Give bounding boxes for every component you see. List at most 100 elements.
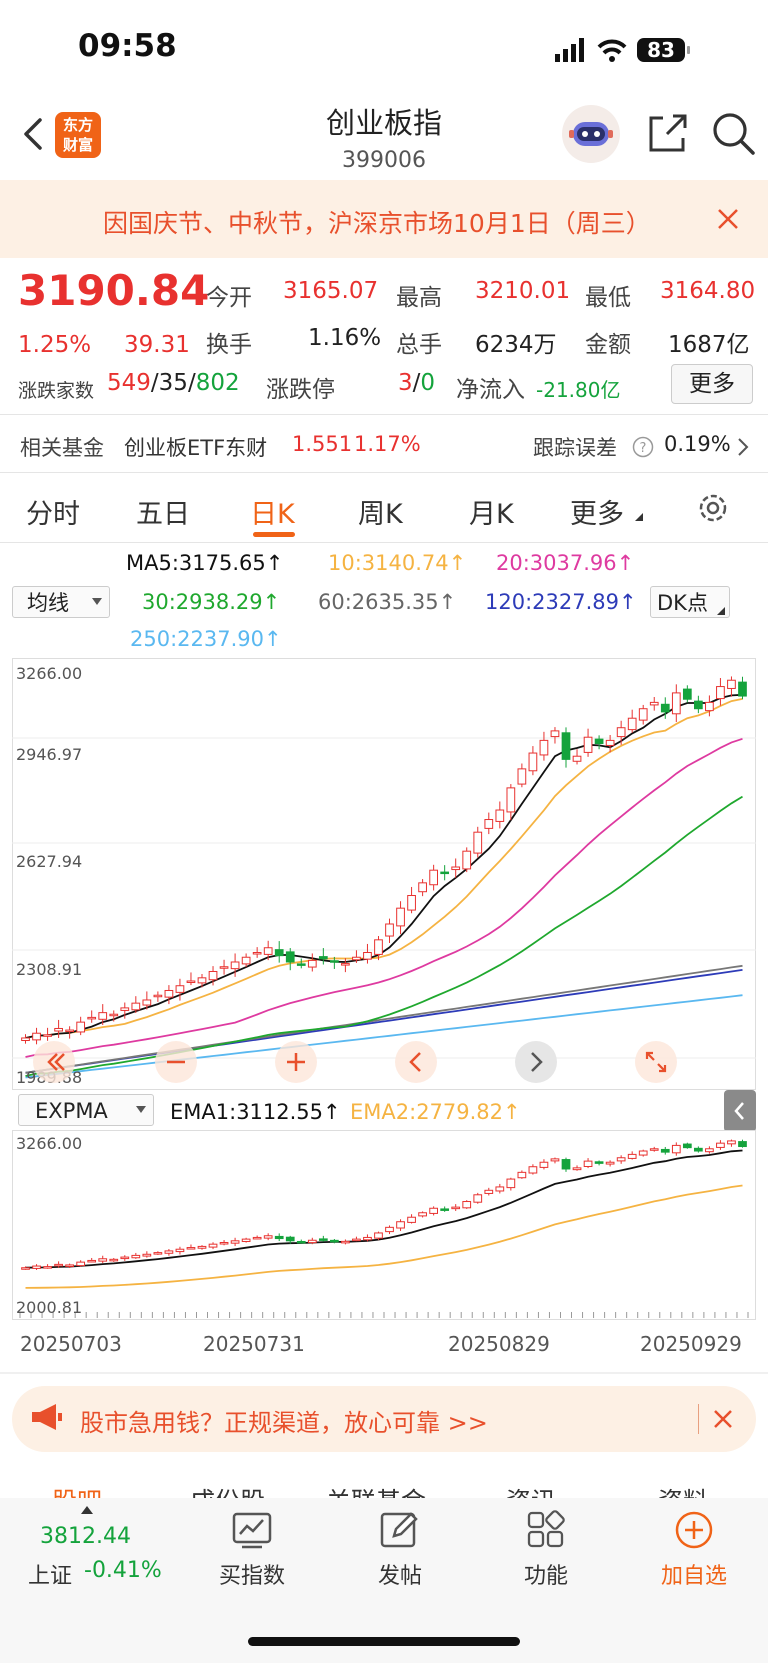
edit-post-icon xyxy=(380,1512,418,1548)
candle-body xyxy=(539,1161,549,1168)
candle-body xyxy=(175,1248,185,1253)
fund-name[interactable]: 创业板ETF东财 xyxy=(124,432,267,462)
candle-body xyxy=(296,1240,306,1244)
candle-body xyxy=(274,1235,284,1240)
tab-more[interactable]: 更多 xyxy=(570,492,624,531)
candle-body xyxy=(252,951,262,955)
scroll-right-icon[interactable] xyxy=(514,1040,558,1084)
low-value: 3164.80 xyxy=(660,278,756,304)
candle-body xyxy=(318,1238,328,1241)
candle-body xyxy=(616,727,626,738)
tab-daily-k[interactable]: 日K xyxy=(250,492,295,531)
candle-body xyxy=(705,701,714,712)
candle-body xyxy=(627,717,637,731)
candle-body xyxy=(109,1258,119,1262)
share-icon[interactable] xyxy=(645,112,689,156)
candle-body xyxy=(583,736,593,753)
collapse-panel-icon[interactable] xyxy=(724,1090,756,1132)
candle-body xyxy=(638,1150,648,1156)
amount-value: 1687亿 xyxy=(668,332,750,358)
candle-body xyxy=(109,1013,119,1017)
nav-function[interactable]: 功能 xyxy=(506,1558,586,1590)
ai-assistant-icon[interactable] xyxy=(561,104,621,164)
ma20-legend: 20:3037.96↑ xyxy=(496,551,635,575)
candle-body xyxy=(627,1153,637,1159)
y-axis-label: 3266.00 xyxy=(16,664,83,683)
candle-body xyxy=(352,956,361,961)
close-icon[interactable] xyxy=(715,206,741,232)
divider xyxy=(0,542,768,543)
candle-body xyxy=(572,1167,582,1171)
index-value[interactable]: 3812.44 xyxy=(40,1524,131,1549)
triangle-down-icon xyxy=(717,607,725,615)
function-grid-icon xyxy=(527,1510,565,1548)
candle-body xyxy=(407,895,416,911)
candle-body xyxy=(142,999,152,1006)
volume-label: 总手 xyxy=(396,332,442,358)
signal-icon xyxy=(555,38,584,62)
volume-value: 6234万 xyxy=(475,332,557,358)
candle-body xyxy=(385,923,394,937)
nav-post[interactable]: 发帖 xyxy=(360,1558,440,1590)
candle-body xyxy=(43,1266,52,1269)
change-percent: 1.25% xyxy=(18,332,92,358)
candle-body xyxy=(528,752,538,772)
scroll-left-icon[interactable] xyxy=(394,1040,438,1084)
nav-buy-index[interactable]: 买指数 xyxy=(212,1558,292,1590)
more-button[interactable]: 更多 xyxy=(671,364,753,404)
candle-body xyxy=(594,1161,604,1164)
candle-body xyxy=(230,961,240,970)
expma-chart[interactable] xyxy=(12,1130,756,1320)
candle-body xyxy=(341,963,350,966)
close-icon[interactable] xyxy=(712,1408,734,1430)
candle-body xyxy=(649,1148,659,1151)
candle-body xyxy=(550,1158,560,1162)
zoom-out-icon[interactable] xyxy=(154,1040,198,1084)
candle-body xyxy=(506,787,516,813)
tab-five-day[interactable]: 五日 xyxy=(136,492,190,531)
candle-body xyxy=(263,947,273,955)
candle-body xyxy=(660,1148,670,1153)
candle-body xyxy=(208,1243,218,1248)
candle-body xyxy=(385,1226,394,1233)
candle-body xyxy=(76,1261,86,1267)
candle-body xyxy=(671,692,681,715)
candle-body xyxy=(682,1143,692,1149)
candle-body xyxy=(131,1002,141,1011)
zoom-in-icon[interactable] xyxy=(274,1040,318,1084)
chevron-right-icon[interactable] xyxy=(736,436,750,458)
candle-body xyxy=(682,688,692,700)
indicator-select-expma[interactable]: EXPMA xyxy=(18,1094,154,1126)
fullscreen-icon[interactable] xyxy=(634,1040,678,1084)
scroll-left-fast-icon[interactable] xyxy=(32,1040,76,1084)
candle-body xyxy=(506,1178,516,1189)
tab-weekly-k[interactable]: 周K xyxy=(358,492,403,531)
dropdown-arrow-icon xyxy=(136,1106,146,1113)
candle-body xyxy=(32,1265,41,1269)
search-icon[interactable] xyxy=(710,110,756,156)
ad-text: 股市急用钱？正规渠道，放心可靠 >> xyxy=(80,1409,488,1437)
candle-body xyxy=(638,708,648,721)
help-icon[interactable]: ? xyxy=(632,436,654,458)
candle-body xyxy=(462,1201,472,1209)
candle-body xyxy=(87,1016,97,1020)
candle-body xyxy=(605,1161,615,1165)
kline-chart[interactable] xyxy=(12,658,756,1090)
ma120-legend: 120:2327.89↑ xyxy=(485,590,637,614)
candle-body xyxy=(473,831,483,854)
candle-body xyxy=(517,1171,527,1179)
date-label: 20250929 xyxy=(640,1332,742,1356)
settings-gear-icon[interactable] xyxy=(695,490,731,526)
nav-add-watchlist[interactable]: 加自选 xyxy=(654,1558,734,1590)
breadth-label: 涨跌家数 xyxy=(18,380,95,402)
dropdown-arrow-icon xyxy=(92,598,102,605)
candle-body xyxy=(727,1140,736,1145)
candle-body xyxy=(528,1166,538,1174)
tab-intraday[interactable]: 分时 xyxy=(26,492,80,531)
date-label: 20250829 xyxy=(448,1332,550,1356)
candle-body xyxy=(396,1221,405,1229)
tab-monthly-k[interactable]: 月K xyxy=(469,492,514,531)
candle-body xyxy=(54,1027,63,1032)
index-pct: -0.41% xyxy=(84,1558,162,1583)
candle-body xyxy=(164,1250,174,1254)
